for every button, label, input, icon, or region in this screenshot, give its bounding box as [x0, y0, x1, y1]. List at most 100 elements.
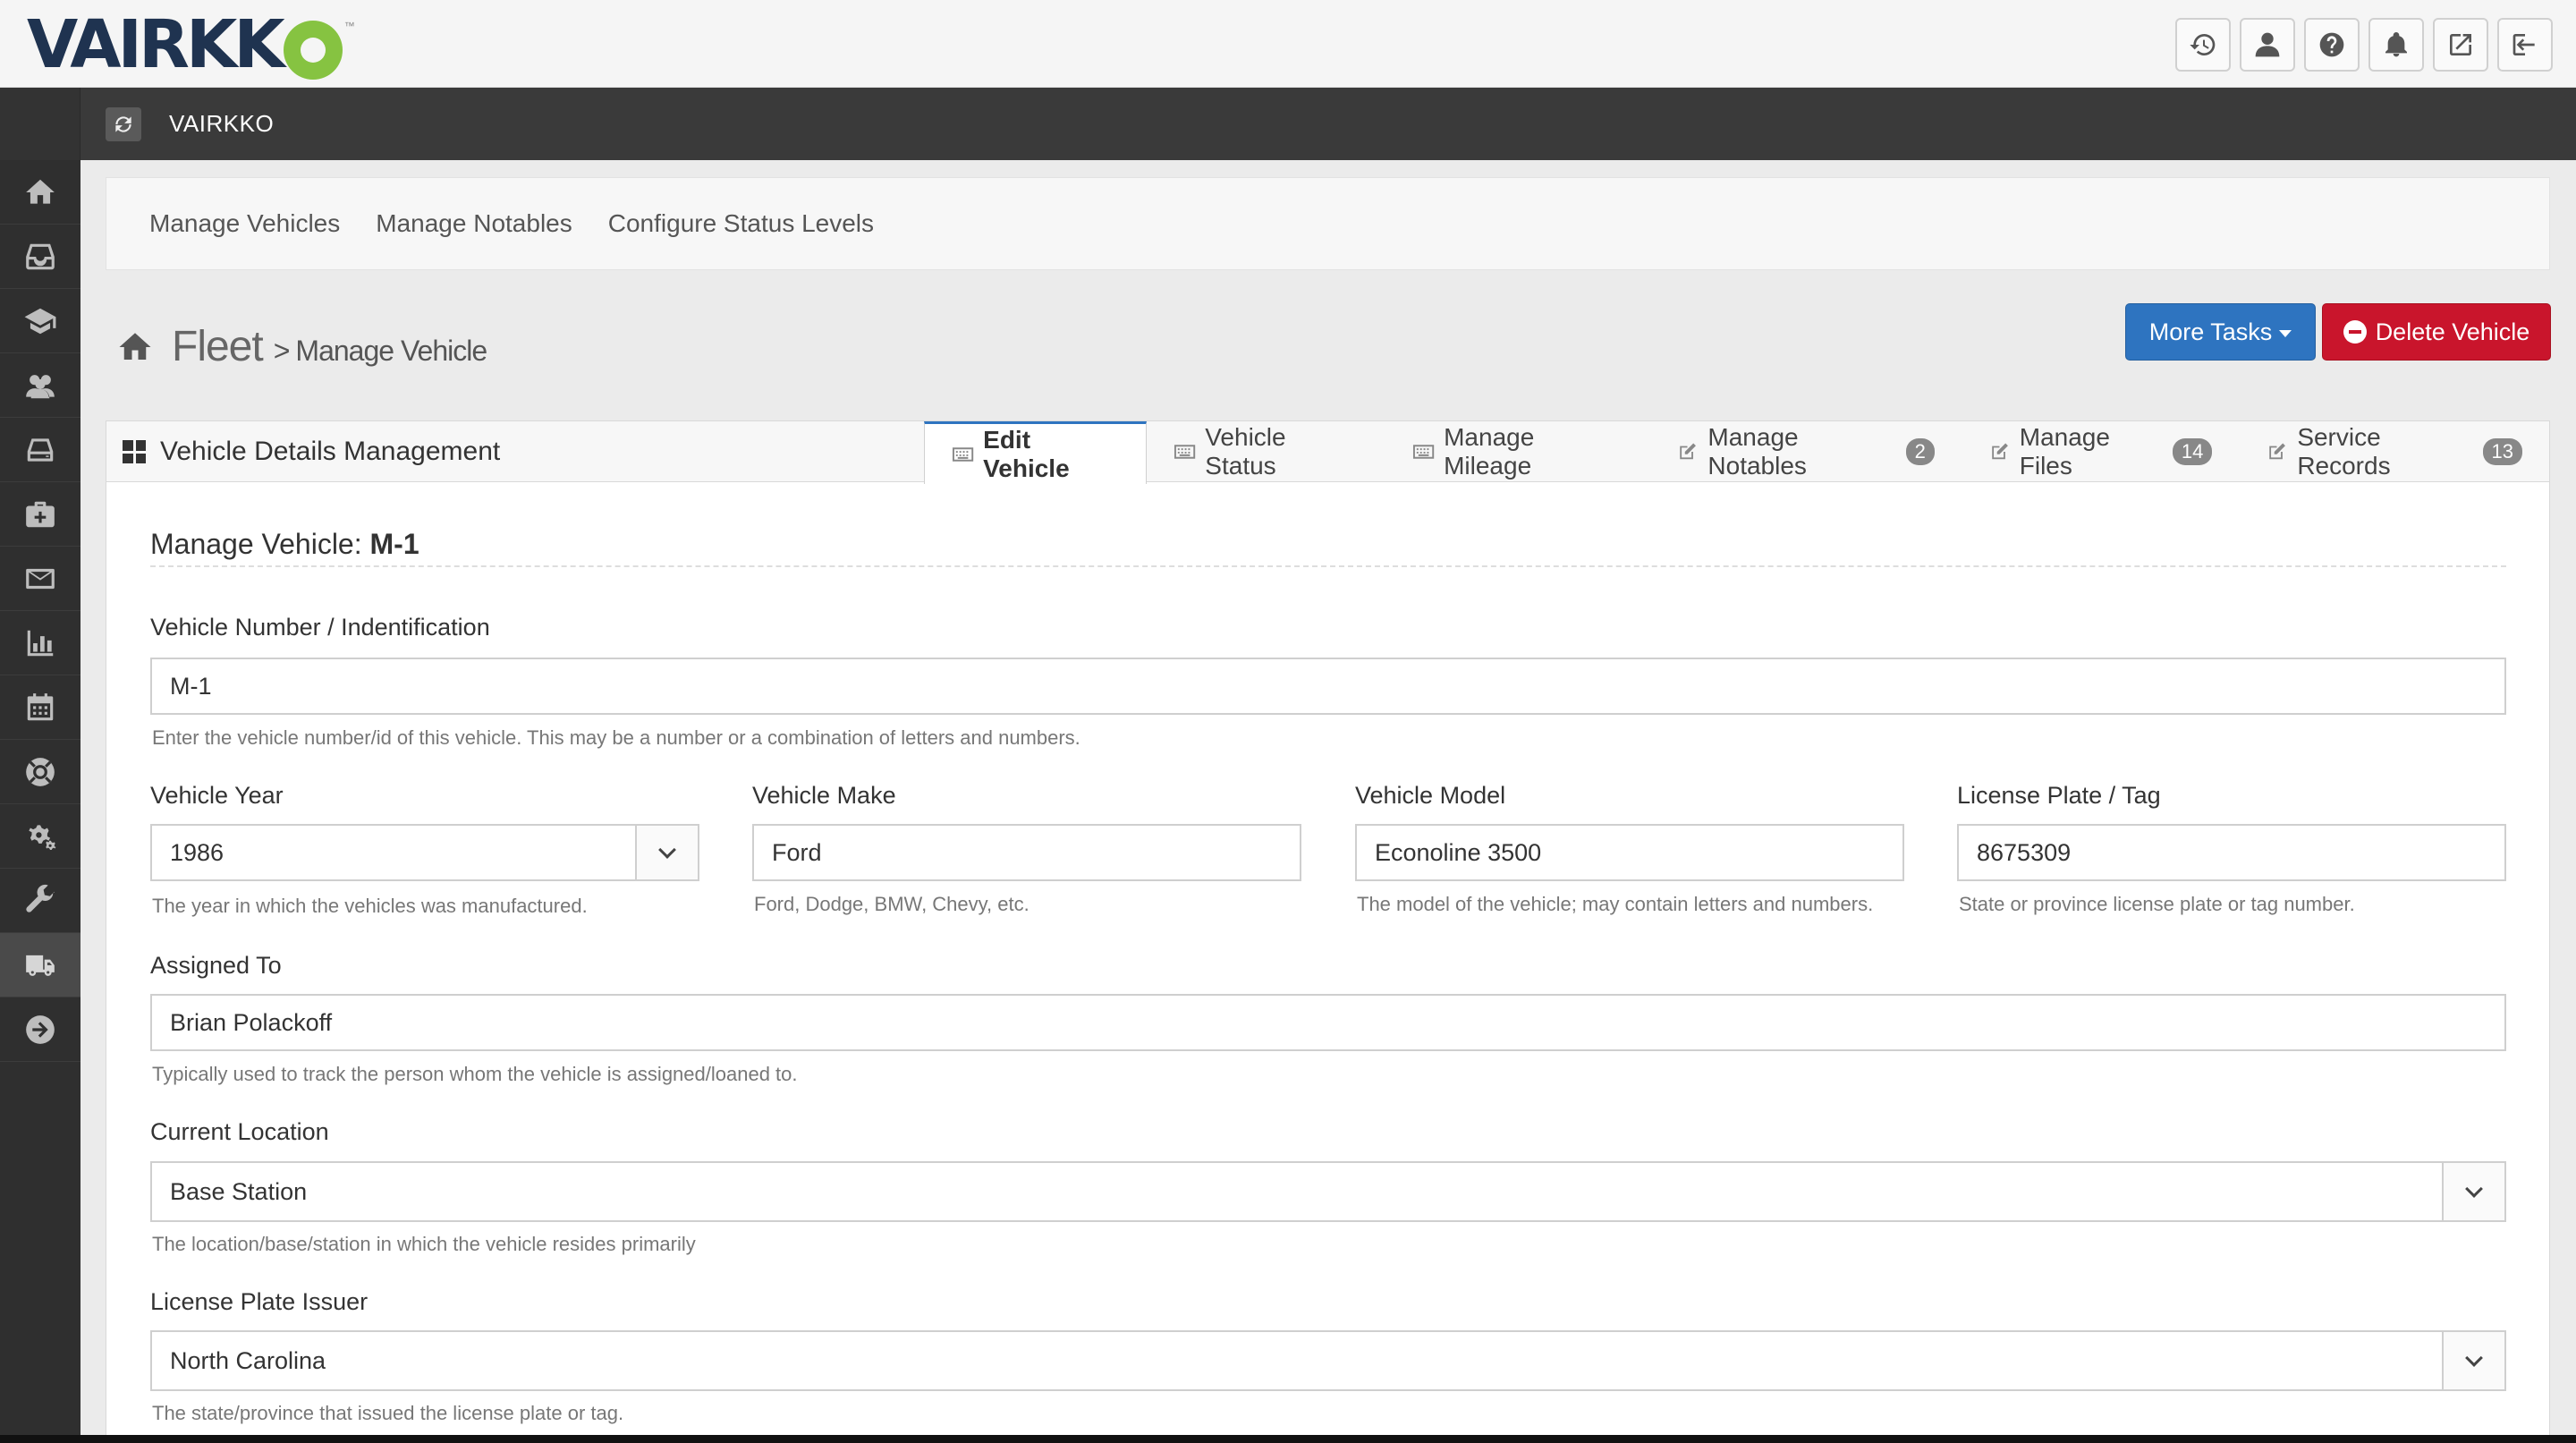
users-icon — [26, 374, 55, 398]
sidebar-item-users[interactable] — [0, 353, 80, 418]
left-sidebar — [0, 160, 80, 1443]
subnav-manage-notables[interactable]: Manage Notables — [376, 209, 572, 238]
keyboard-icon — [1412, 445, 1435, 459]
panel-title-text: Vehicle Details Management — [160, 437, 501, 466]
form-title-vehicle-id: M-1 — [369, 528, 419, 560]
input-value: Econoline 3500 — [1375, 838, 1542, 866]
license-plate-input[interactable]: 8675309 — [1957, 824, 2506, 881]
license-plate-issuer-select[interactable]: North Carolina — [150, 1330, 2506, 1391]
vehicle-make-input[interactable]: Ford — [752, 824, 1301, 881]
sidebar-item-reports[interactable] — [0, 611, 80, 675]
vehicle-details-panel: Vehicle Details Management Edit Vehicle … — [106, 420, 2550, 1443]
sidebar-item-medical[interactable] — [0, 482, 80, 547]
vehicle-make-help: Ford, Dodge, BMW, Chevy, etc. — [754, 893, 1030, 915]
license-plate-issuer-help: The state/province that issued the licen… — [152, 1402, 624, 1424]
graduation-cap-icon — [24, 308, 56, 334]
license-plate-label: License Plate / Tag — [1957, 782, 2161, 809]
panel-title: Vehicle Details Management — [123, 421, 500, 482]
panel-header: Vehicle Details Management Edit Vehicle … — [106, 421, 2549, 484]
vehicle-model-label: Vehicle Model — [1355, 782, 1506, 809]
vehicle-model-help: The model of the vehicle; may contain le… — [1357, 893, 1874, 915]
vehicle-number-input[interactable]: M-1 — [150, 658, 2506, 715]
input-value: M-1 — [170, 672, 212, 700]
breadcrumb-separator: > — [273, 335, 291, 367]
help-icon — [2319, 32, 2344, 57]
chevron-down-icon — [658, 841, 676, 859]
sidebar-item-support[interactable] — [0, 740, 80, 804]
vehicle-year-dropdown-toggle[interactable] — [635, 826, 698, 879]
delete-vehicle-button[interactable]: Delete Vehicle — [2322, 303, 2551, 361]
tab-label: Edit Vehicle — [983, 425, 1070, 482]
tab-vehicle-status[interactable]: Vehicle Status — [1147, 421, 1385, 482]
sidebar-item-home[interactable] — [0, 160, 80, 225]
assigned-to-label: Assigned To — [150, 952, 282, 979]
breadcrumb-fleet[interactable]: Fleet — [172, 322, 264, 371]
tab-edit-vehicle[interactable]: Edit Vehicle — [924, 421, 1148, 484]
current-location-dropdown-toggle[interactable] — [2442, 1163, 2504, 1220]
home-icon — [26, 179, 55, 204]
chevron-down-icon — [2465, 1180, 2483, 1198]
vairkko-logo[interactable]: VAIRKK ™ — [27, 12, 355, 80]
vehicle-number-label: Vehicle Number / Indentification — [150, 614, 490, 641]
vehicle-year-select[interactable]: 1986 — [150, 824, 699, 881]
sidebar-item-training[interactable] — [0, 289, 80, 353]
edit-icon — [2269, 443, 2286, 460]
history-button[interactable] — [2175, 18, 2231, 72]
tab-service-records[interactable]: Service Records 13 — [2239, 421, 2549, 482]
license-plate-issuer-dropdown-toggle[interactable] — [2442, 1332, 2504, 1389]
panel-tabs: Edit Vehicle Vehicle Status Manage Milea… — [924, 421, 2549, 484]
th-large-icon — [123, 440, 146, 463]
notifications-button[interactable] — [2368, 18, 2424, 72]
external-link-button[interactable] — [2433, 18, 2488, 72]
subnav-configure-status-levels[interactable]: Configure Status Levels — [608, 209, 874, 238]
window-bottom-edge — [0, 1435, 2576, 1443]
history-icon — [2190, 34, 2216, 55]
sidebar-header-spacer — [0, 88, 80, 160]
app-title-bar: VAIRKKO — [0, 88, 2576, 160]
sidebar-item-settings[interactable] — [0, 804, 80, 869]
wrench-icon — [26, 884, 55, 912]
help-button[interactable] — [2304, 18, 2360, 72]
count-badge: 13 — [2482, 438, 2522, 465]
sidebar-item-fleet[interactable] — [0, 933, 80, 997]
sidebar-item-storage[interactable] — [0, 418, 80, 482]
assigned-to-input[interactable]: Brian Polackoff — [150, 994, 2506, 1051]
profile-button[interactable] — [2240, 18, 2295, 72]
home-icon[interactable] — [114, 328, 156, 366]
tab-label: Manage Notables — [1707, 423, 1807, 480]
minus-circle-icon — [2343, 320, 2367, 344]
calendar-icon — [27, 692, 54, 720]
current-location-select[interactable]: Base Station — [150, 1161, 2506, 1222]
breadcrumb-current: Manage Vehicle — [295, 335, 487, 367]
chevron-down-icon — [2465, 1349, 2483, 1367]
refresh-button[interactable] — [106, 107, 141, 141]
sidebar-item-expand[interactable] — [0, 997, 80, 1062]
delete-vehicle-label: Delete Vehicle — [2375, 318, 2530, 345]
more-tasks-button[interactable]: More Tasks — [2125, 303, 2316, 361]
select-value: Base Station — [170, 1177, 308, 1205]
license-plate-issuer-label: License Plate Issuer — [150, 1288, 369, 1315]
sidebar-item-inbox[interactable] — [0, 225, 80, 289]
sidebar-item-tools[interactable] — [0, 869, 80, 933]
count-badge: 14 — [2172, 438, 2213, 465]
assigned-to-help: Typically used to track the person whom … — [152, 1063, 798, 1085]
tab-manage-files[interactable]: Manage Files 14 — [1962, 421, 2240, 482]
tab-label: Manage Files — [2019, 423, 2110, 480]
input-value: Ford — [772, 838, 822, 866]
current-location-label: Current Location — [150, 1118, 329, 1145]
sign-out-icon — [2512, 34, 2535, 55]
sidebar-item-calendar[interactable] — [0, 675, 80, 740]
sidebar-item-mail[interactable] — [0, 547, 80, 611]
tab-label: Service Records — [2297, 423, 2391, 480]
tab-manage-mileage[interactable]: Manage Mileage — [1385, 421, 1649, 482]
vehicle-number-help: Enter the vehicle number/id of this vehi… — [152, 726, 1080, 749]
keyboard-icon — [952, 446, 974, 462]
vehicle-model-input[interactable]: Econoline 3500 — [1355, 824, 1904, 881]
refresh-icon — [115, 116, 131, 132]
vehicle-year-help: The year in which the vehicles was manuf… — [152, 895, 588, 917]
inbox-icon — [26, 243, 55, 269]
tab-manage-notables[interactable]: Manage Notables 2 — [1649, 421, 1961, 482]
subnav-manage-vehicles[interactable]: Manage Vehicles — [149, 209, 340, 238]
sign-out-button[interactable] — [2497, 18, 2553, 72]
logo-trademark: ™ — [343, 20, 355, 32]
